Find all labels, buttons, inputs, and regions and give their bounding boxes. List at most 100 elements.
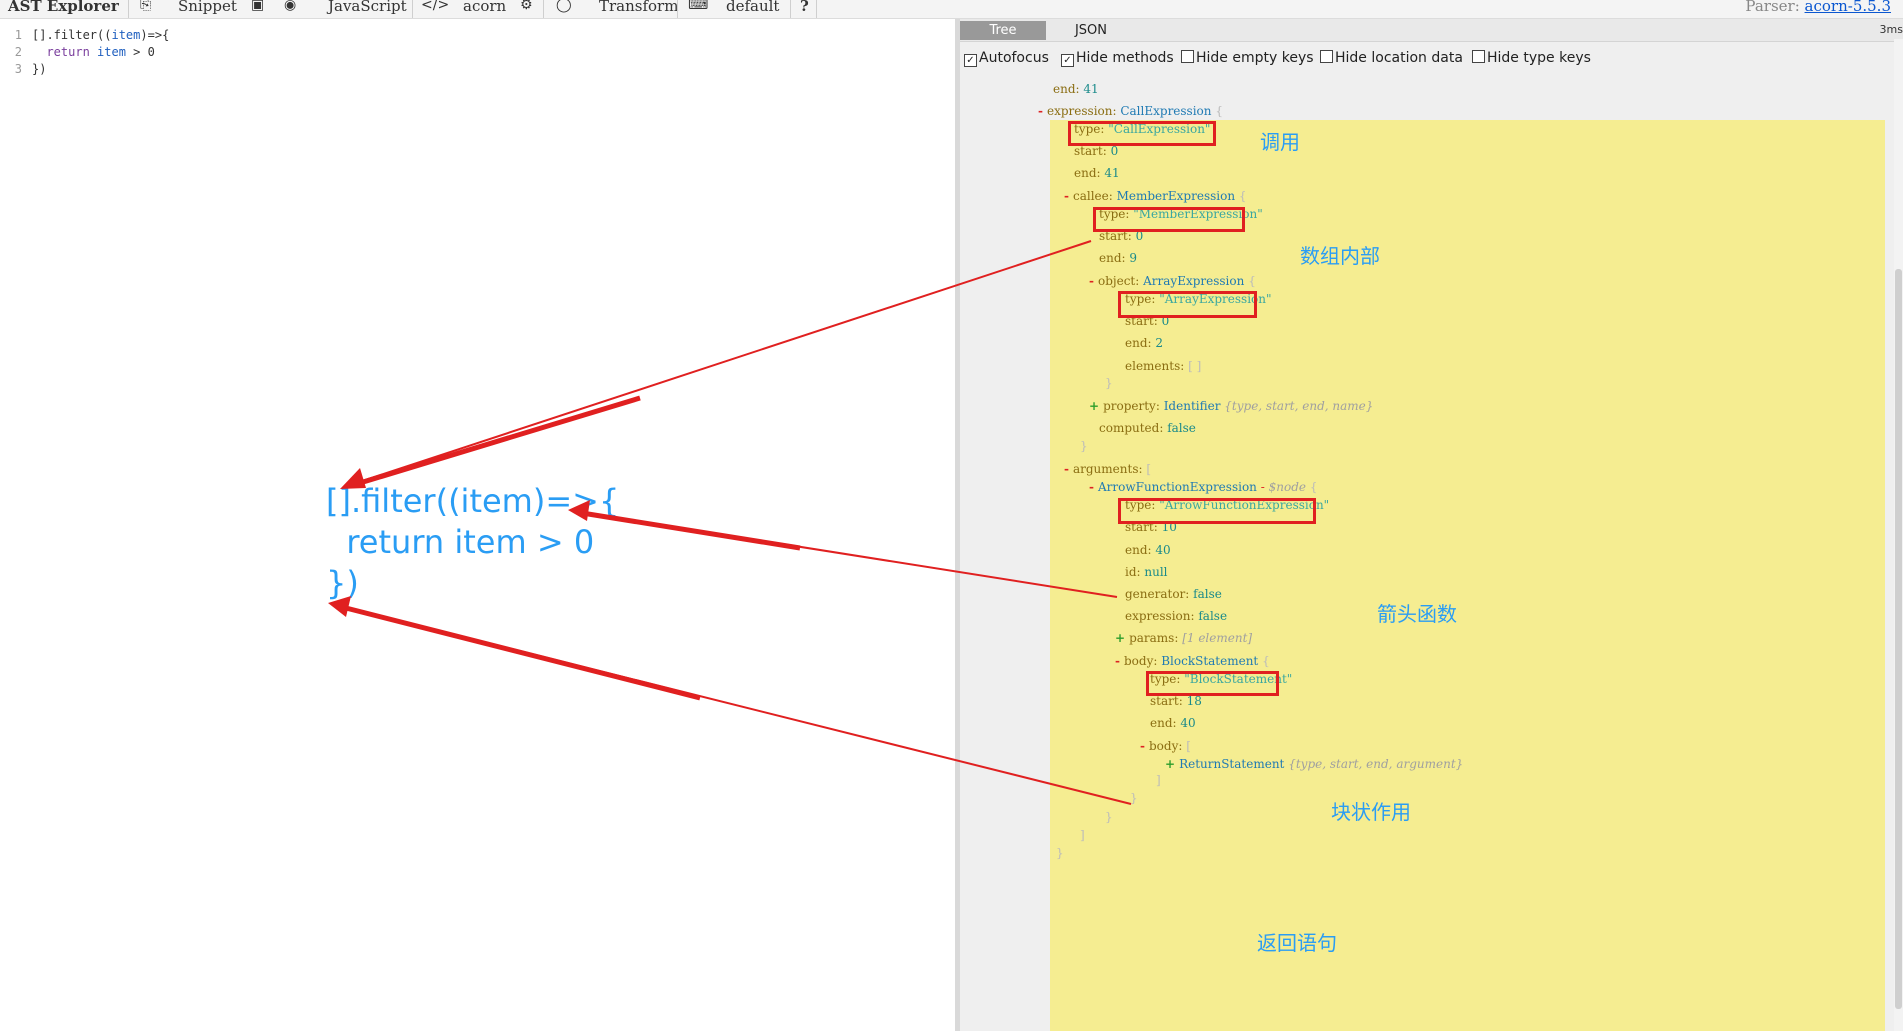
save-icon[interactable]: ▣: [251, 0, 264, 13]
tree-node-arrow-function[interactable]: - ArrowFunctionExpression - $node {: [1089, 480, 1317, 494]
tree-brace: }: [1105, 376, 1113, 390]
tree-line: end: 40: [1125, 543, 1171, 557]
option-hide-type-keys[interactable]: Hide type keys: [1472, 50, 1591, 66]
code-line: 2 return item > 0: [14, 45, 155, 59]
tree-line: end: 41: [1074, 166, 1120, 180]
tree-brace: }: [1105, 810, 1113, 824]
tree-node-body-array[interactable]: - body: [: [1140, 739, 1191, 753]
tree-node-expression[interactable]: - expression: CallExpression {: [1038, 104, 1223, 118]
tree-node-return[interactable]: + ReturnStatement {type, start, end, argu…: [1165, 757, 1463, 771]
tree-line: computed: false: [1099, 421, 1196, 435]
tree-node-property[interactable]: + property: Identifier {type, start, end,…: [1089, 399, 1373, 413]
collapse-toggle[interactable]: -: [1064, 189, 1069, 203]
tree-line: start: 18: [1150, 694, 1202, 708]
ast-panel: Tree JSON 3ms ✓ Autofocus ✓ Hide methods H…: [960, 19, 1903, 1031]
keymap-button[interactable]: default: [726, 0, 779, 15]
language-icon[interactable]: ◉: [284, 0, 296, 13]
tree-node-callee[interactable]: - callee: MemberExpression {: [1064, 189, 1247, 203]
code-text: [].filter((item)=>{: [32, 28, 170, 42]
tree-options: ✓ Autofocus ✓ Hide methods Hide empty keys…: [960, 50, 1903, 70]
tree-line: end: 41: [1053, 82, 1099, 96]
annotation-code-line: [].filter((item)=>{: [326, 482, 620, 520]
option-autofocus[interactable]: ✓ Autofocus: [964, 50, 1049, 67]
scrollbar-thumb[interactable]: [1895, 269, 1902, 1009]
tree-line: id: null: [1125, 565, 1168, 579]
gear-icon[interactable]: ⚙: [520, 0, 533, 13]
scrollbar[interactable]: [1894, 39, 1903, 1031]
checkbox-unchecked[interactable]: [1320, 50, 1333, 63]
app-title: AST Explorer: [8, 0, 119, 15]
collapse-toggle[interactable]: -: [1038, 104, 1043, 118]
checkbox-checked[interactable]: ✓: [964, 54, 977, 67]
tree-line: start: 0: [1074, 144, 1119, 158]
collapse-toggle[interactable]: -: [1115, 654, 1120, 668]
annotation-block: 块状作用: [1331, 800, 1411, 824]
tree-line: generator: false: [1125, 587, 1222, 601]
code-line: 3}): [14, 62, 47, 76]
snippet-button[interactable]: Snippet: [178, 0, 237, 15]
collapse-toggle[interactable]: -: [1064, 462, 1069, 476]
collapse-toggle[interactable]: -: [1089, 480, 1094, 494]
toolbar-divider: [128, 0, 129, 18]
toolbar-divider: [677, 0, 678, 18]
tree-node-object[interactable]: - object: ArrayExpression {: [1089, 274, 1256, 288]
annotation-call: 调用: [1260, 130, 1300, 154]
highlight-box: [1068, 121, 1216, 146]
highlight-box: [1118, 291, 1257, 318]
option-hide-methods[interactable]: ✓ Hide methods: [1061, 50, 1174, 67]
code-icon[interactable]: </>: [421, 0, 449, 13]
language-button[interactable]: JavaScript: [328, 0, 407, 15]
annotation-return: 返回语句: [1257, 931, 1337, 955]
keyboard-icon[interactable]: ⌨: [688, 0, 708, 13]
tree-brace: ]: [1080, 828, 1085, 842]
toolbar: AST Explorer ⎘ Snippet ▣ ◉ JavaScript </…: [0, 0, 1903, 19]
tree-line: end: 2: [1125, 336, 1164, 350]
highlight-box: [1146, 671, 1279, 696]
parser-button[interactable]: acorn: [463, 0, 506, 15]
tab-json[interactable]: JSON: [1060, 21, 1122, 40]
highlight-box: [1093, 207, 1245, 232]
tree-line: elements: [ ]: [1125, 359, 1202, 373]
snippet-icon[interactable]: ⎘: [140, 0, 151, 13]
tree-brace: }: [1056, 846, 1064, 860]
expand-toggle[interactable]: +: [1165, 757, 1175, 771]
ast-tree: end: 41 - expression: CallExpression { ty…: [960, 69, 1903, 1031]
transform-button[interactable]: Transform: [599, 0, 678, 15]
tree-line: end: 40: [1150, 716, 1196, 730]
tab-tree[interactable]: Tree: [960, 21, 1046, 40]
collapse-toggle[interactable]: -: [1140, 739, 1145, 753]
parser-label: Parser:: [1745, 0, 1800, 15]
tree-node-body[interactable]: - body: BlockStatement {: [1115, 654, 1270, 668]
annotation-code-line: }): [326, 564, 359, 602]
collapse-toggle[interactable]: -: [1089, 274, 1094, 288]
tree-node-params[interactable]: + params: [1 element]: [1115, 631, 1252, 645]
tree-brace: }: [1080, 439, 1088, 453]
help-button[interactable]: ?: [800, 0, 809, 15]
tree-node-arguments[interactable]: - arguments: [: [1064, 462, 1151, 476]
option-hide-location-data[interactable]: Hide location data: [1320, 50, 1463, 66]
tree-brace: ]: [1156, 773, 1161, 787]
highlight-box: [1118, 498, 1316, 524]
tree-line: end: 9: [1099, 251, 1138, 265]
annotation-code-line: return item > 0: [326, 523, 595, 561]
annotation-code: [].filter((item)=>{ return item > 0}): [326, 481, 619, 604]
toolbar-divider: [790, 0, 791, 18]
checkbox-checked[interactable]: ✓: [1061, 54, 1074, 67]
code-line: 1 [].filter((item)=>{: [14, 28, 170, 42]
checkbox-unchecked[interactable]: [1472, 50, 1485, 63]
option-hide-empty-keys[interactable]: Hide empty keys: [1181, 50, 1314, 66]
tree-line: expression: false: [1125, 609, 1228, 623]
expand-toggle[interactable]: +: [1089, 399, 1099, 413]
annotation-arrow: 箭头函数: [1377, 602, 1457, 626]
parser-info: Parser: acorn-5.5.3: [1745, 0, 1891, 15]
annotation-member: 数组内部: [1300, 244, 1380, 268]
transform-icon[interactable]: ◯: [556, 0, 572, 13]
tree-brace: }: [1130, 791, 1138, 805]
expand-toggle[interactable]: +: [1115, 631, 1125, 645]
output-tabs: Tree JSON 3ms: [960, 19, 1903, 42]
parser-version-link[interactable]: acorn-5.5.3: [1805, 0, 1891, 15]
checkbox-unchecked[interactable]: [1181, 50, 1194, 63]
toolbar-divider: [412, 0, 413, 18]
toolbar-divider: [543, 0, 544, 18]
code-text: return item > 0: [46, 45, 155, 59]
